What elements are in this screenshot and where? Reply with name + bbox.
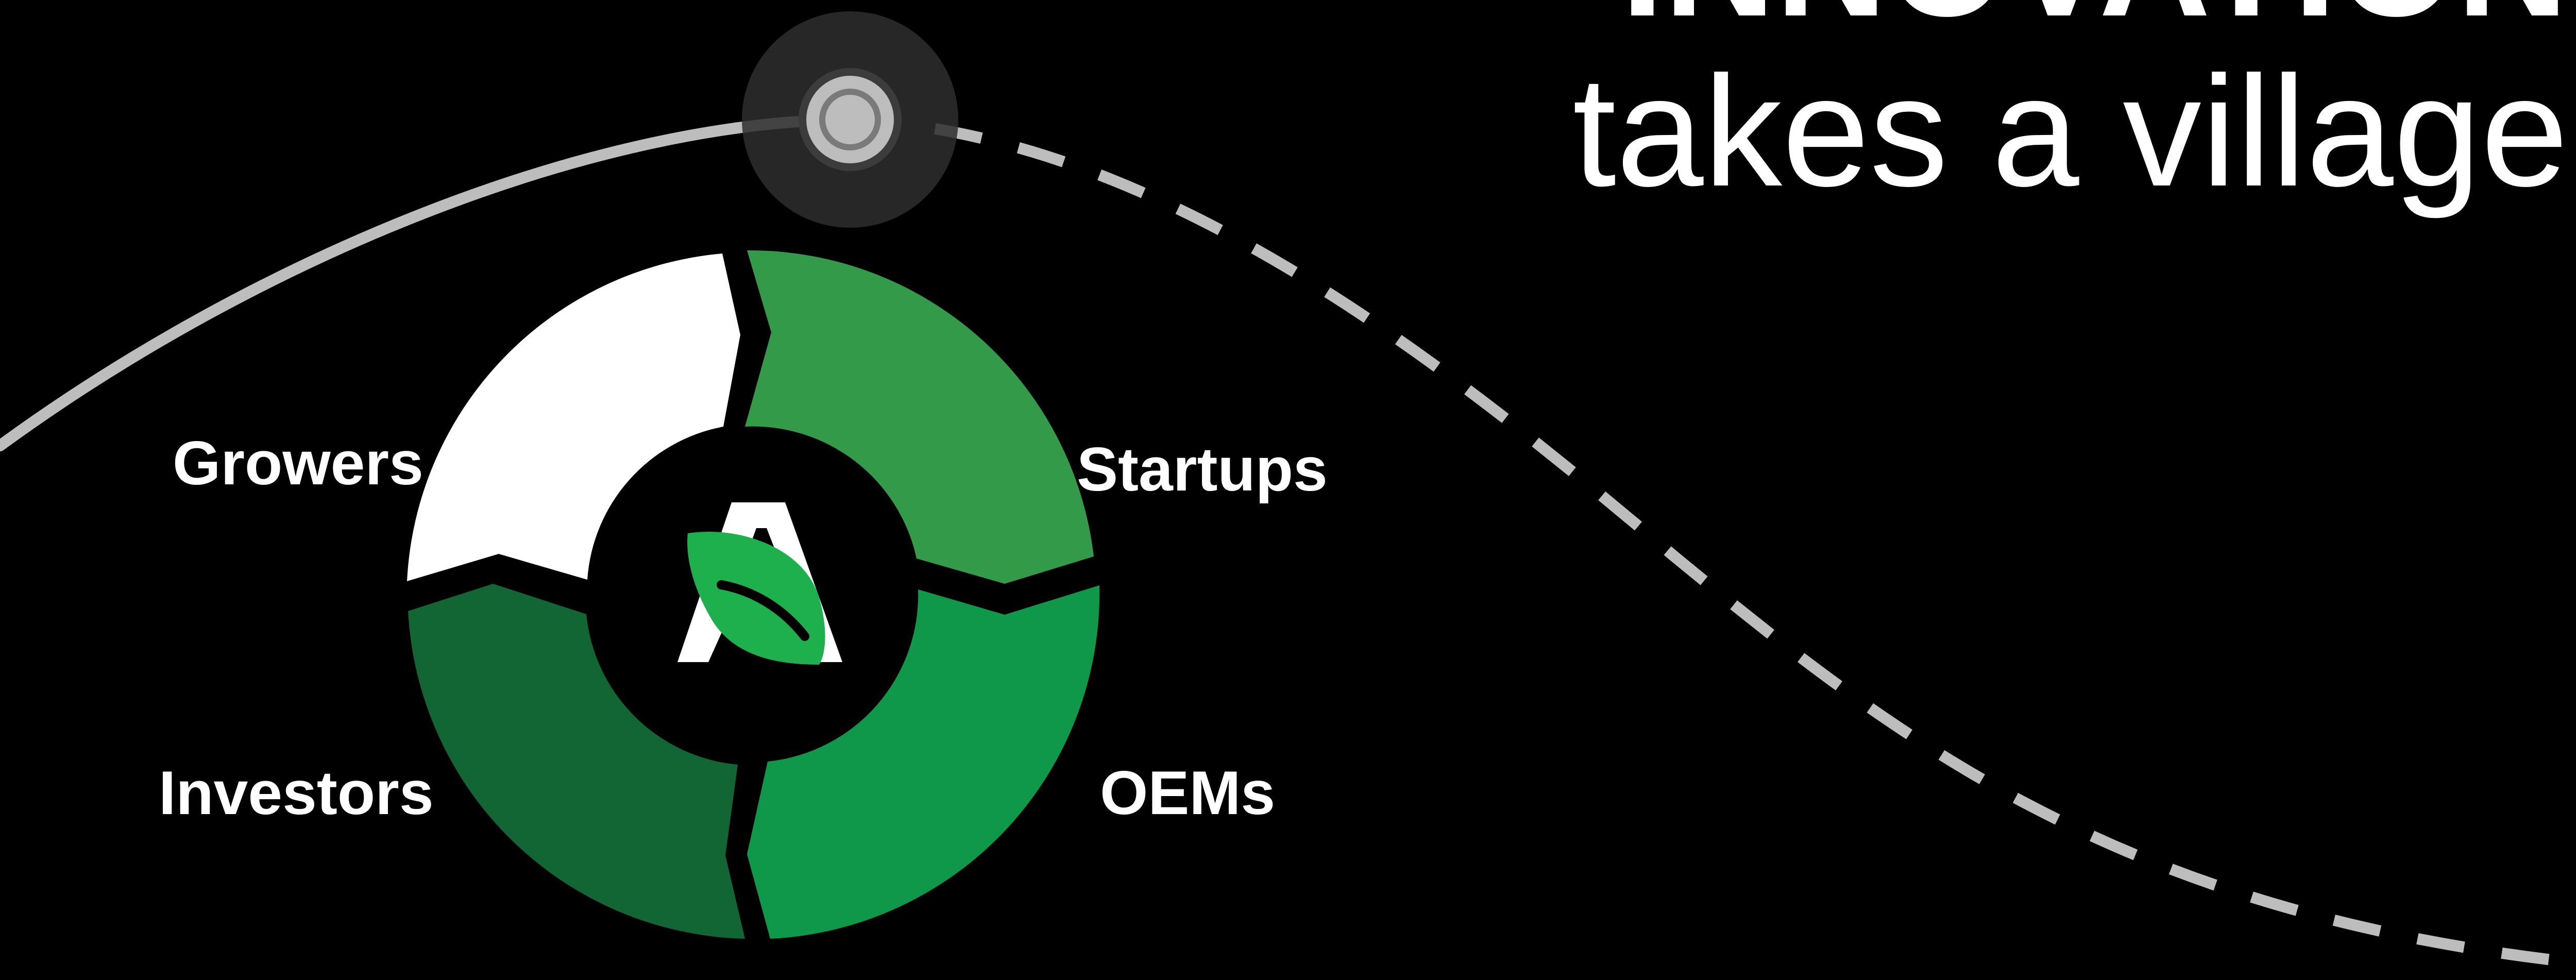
headline-main: INNOVATION xyxy=(1621,0,2568,48)
slide-canvas: INNOVATION takes a village Growers Start… xyxy=(0,0,2576,980)
segment-label-investors: Investors xyxy=(159,758,434,827)
segment-label-startups: Startups xyxy=(1077,435,1328,504)
headline: INNOVATION takes a village xyxy=(1572,0,2568,220)
path-marker xyxy=(742,11,958,228)
headline-sub: takes a village xyxy=(1572,43,2568,220)
path-marker-dot xyxy=(825,95,875,144)
segment-label-growers: Growers xyxy=(173,429,423,498)
segment-label-oems: OEMs xyxy=(1100,758,1275,827)
